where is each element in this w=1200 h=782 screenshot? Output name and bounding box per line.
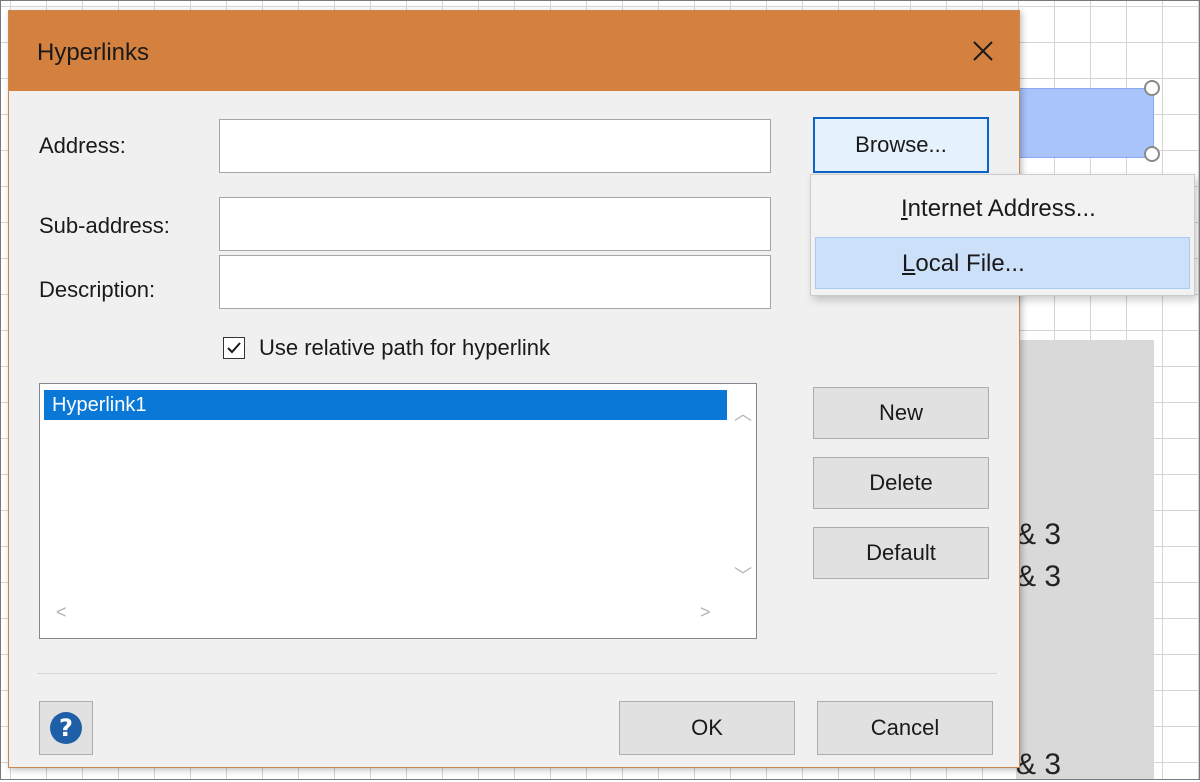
hyperlinks-dialog: Hyperlinks Address: Sub-address: Descrip… bbox=[8, 10, 1020, 768]
ok-button-label: OK bbox=[691, 715, 723, 740]
selected-shape[interactable] bbox=[1010, 88, 1154, 158]
close-button[interactable] bbox=[947, 11, 1019, 91]
menu-item-accelerator: I bbox=[901, 195, 908, 222]
help-icon: ? bbox=[50, 712, 82, 744]
menu-item-label: ocal File... bbox=[915, 250, 1025, 277]
list-item[interactable]: Hyperlink1 bbox=[44, 390, 727, 420]
menu-item-accelerator: L bbox=[902, 250, 916, 277]
cancel-button-label: Cancel bbox=[870, 715, 940, 740]
relative-path-checkbox[interactable] bbox=[223, 337, 245, 359]
menu-item-internet-address[interactable]: Internet Address... bbox=[815, 183, 1190, 235]
cancel-button[interactable]: Cancel bbox=[817, 701, 993, 755]
menu-item-label: nternet Address... bbox=[907, 195, 1096, 222]
new-button-label: New bbox=[878, 400, 923, 425]
scroll-up-icon[interactable]: ︿ bbox=[734, 400, 752, 426]
canvas-text-1: & 3 bbox=[1016, 518, 1062, 551]
dialog-title: Hyperlinks bbox=[37, 39, 150, 66]
hyperlink-list[interactable]: Hyperlink1 ︿ ﹀ < > bbox=[39, 383, 757, 639]
address-label: Address: bbox=[39, 133, 126, 158]
browse-button-label: Browse... bbox=[855, 132, 947, 157]
dialog-titlebar[interactable]: Hyperlinks bbox=[9, 11, 1019, 91]
delete-button-label: Delete bbox=[869, 470, 933, 495]
resize-handle-top[interactable] bbox=[1144, 80, 1160, 96]
scroll-right-icon[interactable]: > bbox=[700, 602, 711, 623]
default-button[interactable]: Default bbox=[813, 527, 989, 579]
help-button[interactable]: ? bbox=[39, 701, 93, 755]
scroll-down-icon[interactable]: ﹀ bbox=[734, 562, 752, 588]
description-input[interactable] bbox=[219, 255, 771, 309]
relative-path-label[interactable]: Use relative path for hyperlink bbox=[259, 335, 550, 361]
ok-button[interactable]: OK bbox=[619, 701, 795, 755]
close-icon bbox=[973, 41, 993, 61]
canvas-text-3: & 3 bbox=[1016, 748, 1062, 781]
checkmark-icon bbox=[227, 342, 241, 354]
browse-button[interactable]: Browse... bbox=[813, 117, 989, 173]
scroll-left-icon[interactable]: < bbox=[56, 602, 67, 623]
address-input[interactable] bbox=[219, 119, 771, 173]
subaddress-label: Sub-address: bbox=[39, 213, 170, 238]
default-button-label: Default bbox=[866, 540, 936, 565]
footer-divider bbox=[37, 673, 997, 674]
new-button[interactable]: New bbox=[813, 387, 989, 439]
browse-dropdown-menu: Internet Address... Local File... bbox=[810, 174, 1195, 296]
subaddress-input[interactable] bbox=[219, 197, 771, 251]
resize-handle-right[interactable] bbox=[1144, 146, 1160, 162]
delete-button[interactable]: Delete bbox=[813, 457, 989, 509]
menu-item-local-file[interactable]: Local File... bbox=[815, 237, 1190, 289]
canvas-text-2: & 3 bbox=[1016, 560, 1062, 593]
description-label: Description: bbox=[39, 277, 156, 302]
